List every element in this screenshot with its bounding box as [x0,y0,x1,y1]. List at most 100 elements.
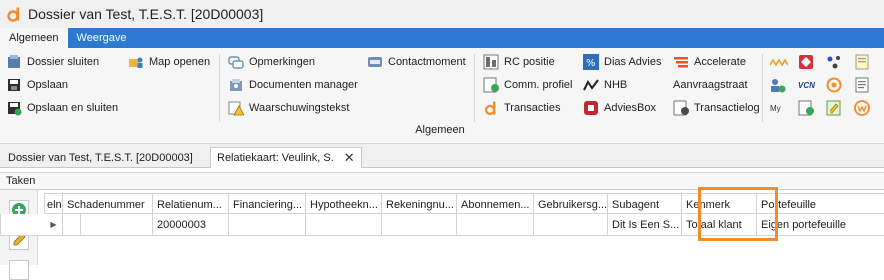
column-header[interactable]: Portefeuille [757,194,884,215]
folder-user-icon [128,54,144,70]
waves-button[interactable] [769,52,789,72]
documenten-manager-label: Documenten manager [249,79,358,91]
waarschuwingstekst-button[interactable]: Waarschuwingstekst [228,98,349,118]
nhb-label: NHB [604,79,628,91]
tab-relatiekaart[interactable]: Relatiekaart: Veulink, S. ✕ [210,147,362,168]
table-cell[interactable]: Eigen portefeuille [757,214,884,235]
dias-advies-label: Dias Advies [604,56,662,68]
waarschuwingstekst-label: Waarschuwingstekst [249,102,350,114]
title-bar: Dossier van Test, T.E.S.T. [20D00003] [0,0,884,28]
contactmoment-button[interactable]: Contactmoment [367,52,466,72]
opmerkingen-button[interactable]: Opmerkingen [228,52,315,72]
vcn-icon: VCN [798,80,815,90]
comm-profiel-button[interactable]: Comm. profiel [483,75,572,95]
opslaan-button[interactable]: Opslaan [6,75,68,95]
red-diamond-icon [798,54,814,70]
nhb-button[interactable]: NHB [583,75,627,95]
adviesbox-button[interactable]: AdviesBox [583,98,656,118]
column-header[interactable]: Subagent [608,194,682,215]
ribbon-group-label: Algemeen [415,124,465,136]
table-cell[interactable]: 20000003 [153,214,229,235]
nhb-icon [583,77,599,93]
table-cell[interactable] [534,214,608,235]
check-document-icon [798,100,814,116]
close-icon[interactable]: ✕ [344,150,355,166]
column-header[interactable]: eln... [45,194,63,215]
column-header[interactable]: Hypotheekn... [306,194,382,215]
save-icon [6,77,22,93]
transacties-icon [483,100,499,116]
opslaan-label: Opslaan [27,79,68,91]
rc-positie-icon [483,54,499,70]
list-document-button[interactable] [854,75,870,95]
panel-title: Taken [0,172,884,190]
network-icon [826,54,842,70]
table-cell[interactable] [229,214,306,235]
target-icon [826,77,842,93]
column-header[interactable]: Financiering... [229,194,306,215]
note-button[interactable] [854,52,870,72]
target-button[interactable] [826,75,842,95]
ribbon-separator [474,54,475,122]
edit-note-icon [826,100,842,116]
table-cell[interactable]: Totaal klant [682,214,757,235]
opmerkingen-label: Opmerkingen [249,56,316,68]
transacties-button[interactable]: Transacties [483,98,560,118]
comm-profiel-label: Comm. profiel [504,79,573,91]
accelerate-button[interactable]: Accelerate [673,52,746,72]
tab-relatiekaart-label: Relatiekaart: Veulink, S. [217,152,334,164]
extra-button[interactable] [9,260,29,280]
map-openen-label: Map openen [149,56,211,68]
window-title: Dossier van Test, T.E.S.T. [20D00003] [28,6,264,22]
column-header[interactable]: Abonnemen... [457,194,534,215]
tab-weergave[interactable]: Weergave [68,28,136,48]
row-indicator-icon: ▶ [45,214,63,235]
aanvraagstraat-button[interactable]: Aanvraagstraat [673,75,748,95]
edit-note-button[interactable] [826,98,842,118]
table-row[interactable]: ▶ 20000003 Dit Is Een S... Totaal klant … [0,214,884,236]
my-button[interactable]: My [770,98,788,118]
tab-dossier[interactable]: Dossier van Test, T.E.S.T. [20D00003] [2,147,199,168]
svg-text:%: % [586,58,596,69]
ribbon-separator [762,54,763,122]
document-tab-bar: Dossier van Test, T.E.S.T. [20D00003] Re… [0,144,884,168]
table-cell[interactable]: Dit Is Een S... [608,214,682,235]
dossier-sluiten-label: Dossier sluiten [27,56,100,68]
table-cell[interactable] [457,214,534,235]
table-cell[interactable] [63,214,153,235]
dias-advies-button[interactable]: % Dias Advies [583,52,661,72]
w-logo-icon [854,100,870,116]
tab-algemeen[interactable]: Algemeen [0,28,68,48]
table-cell[interactable] [382,214,457,235]
transacties-label: Transacties [504,102,561,114]
red-diamond-button[interactable] [798,52,814,72]
network-button[interactable] [826,52,842,72]
documents-manager-icon [228,77,244,93]
w-logo-button[interactable] [854,98,870,118]
people-button[interactable] [770,75,786,95]
column-header[interactable]: Kenmerk [682,194,757,215]
documenten-manager-button[interactable]: Documenten manager [228,75,358,95]
list-document-icon [854,77,870,93]
save-close-icon [6,100,22,116]
opslaan-en-sluiten-label: Opslaan en sluiten [27,102,119,114]
table-cell[interactable] [306,214,382,235]
adviesbox-icon [583,100,599,116]
column-header[interactable]: Relatienum... [153,194,229,215]
check-document-button[interactable] [798,98,814,118]
people-icon [770,77,786,93]
rc-positie-button[interactable]: RC positie [483,52,555,72]
accelerate-label: Accelerate [694,56,746,68]
map-openen-button[interactable]: Map openen [128,52,210,72]
column-header[interactable]: Gebruikersg... [534,194,608,215]
column-header[interactable]: Schadenummer [63,194,153,215]
ribbon-tab-bar: Algemeen Weergave [0,28,884,48]
dossier-sluiten-button[interactable]: Dossier sluiten [6,52,99,72]
column-header[interactable]: Rekeningnu... [382,194,457,215]
my-icon: My [770,103,781,113]
vcn-button[interactable]: VCN [798,75,816,95]
comments-icon [228,54,244,70]
tab-dossier-label: Dossier van Test, T.E.S.T. [20D00003] [8,151,193,164]
opslaan-en-sluiten-button[interactable]: Opslaan en sluiten [6,98,118,118]
transactielog-button[interactable]: Transactielog [673,98,760,118]
